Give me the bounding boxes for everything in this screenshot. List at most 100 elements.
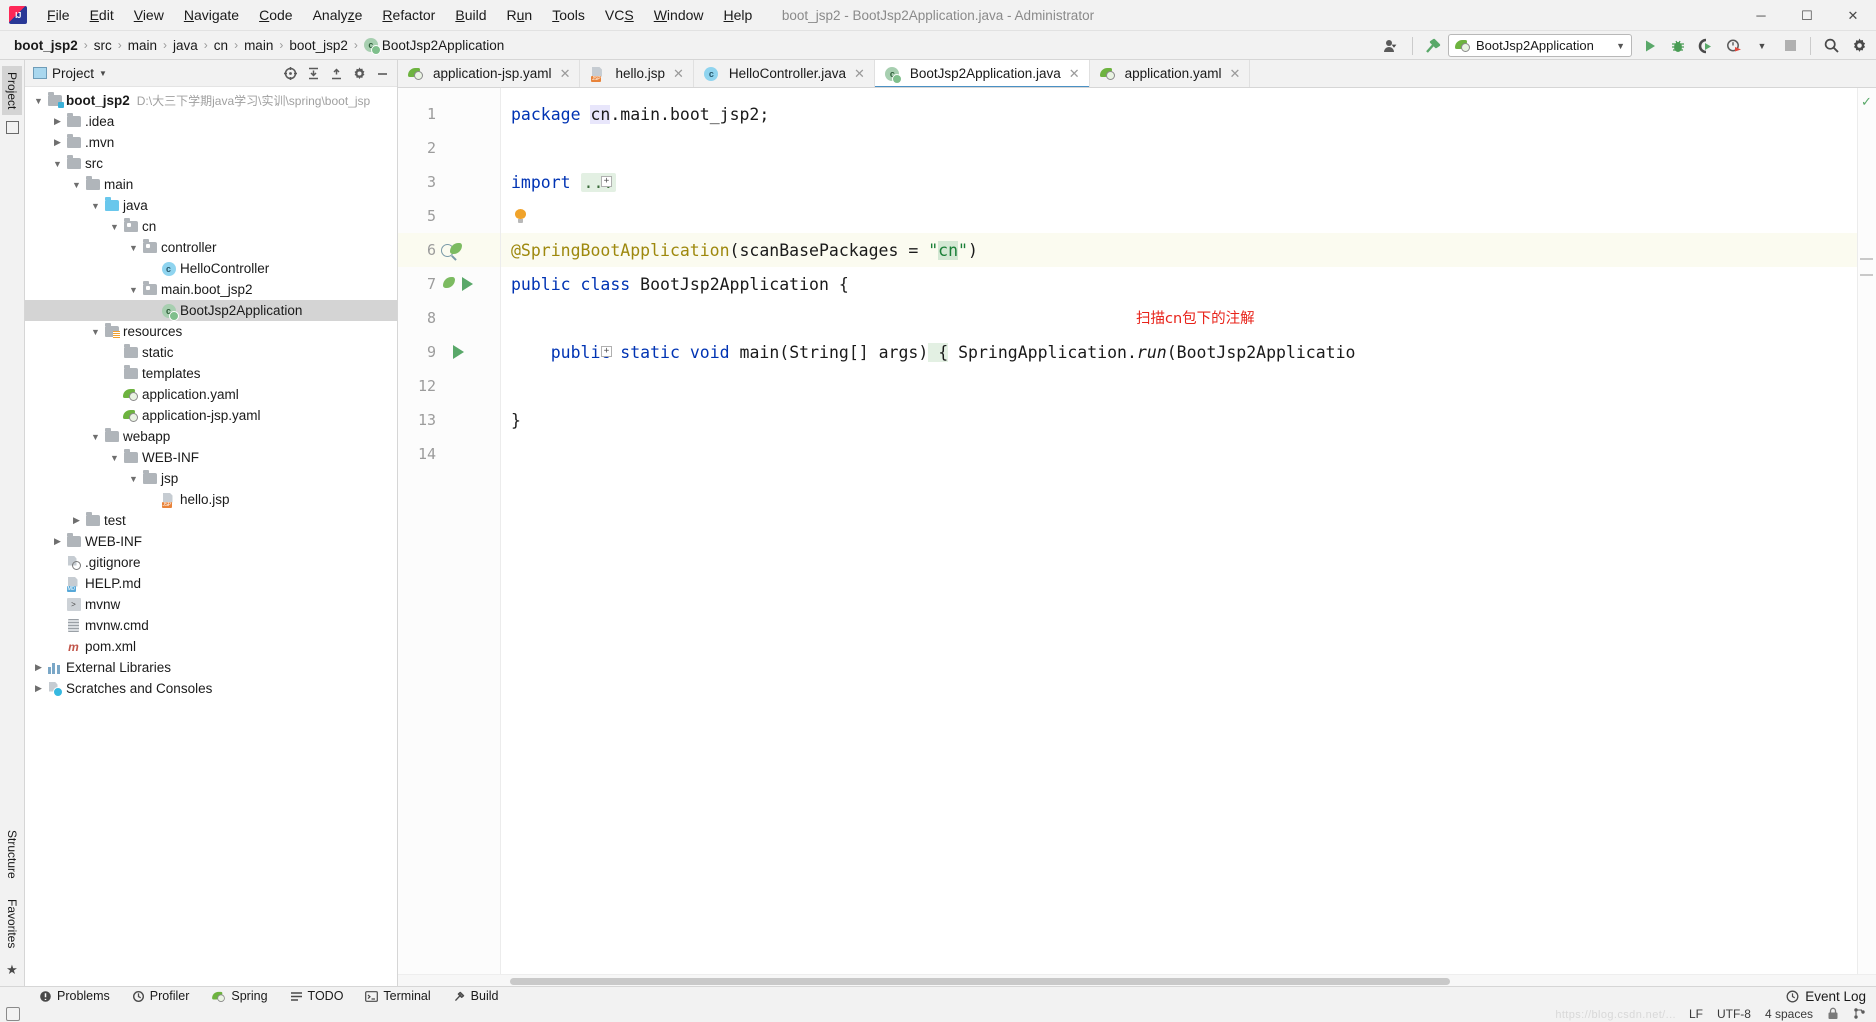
expand-all-button[interactable] (302, 62, 324, 84)
project-tree[interactable]: ▼ boot_jsp2 D:\大三下学期java学习\实训\spring\boot_… (25, 87, 397, 986)
tree-row[interactable]: ▼ controller (25, 237, 397, 258)
panel-settings-button[interactable] (348, 62, 370, 84)
hide-panel-button[interactable] (371, 62, 393, 84)
tree-row[interactable]: ▶cBootJsp2Application (25, 300, 397, 321)
build-project-icon[interactable] (1420, 34, 1446, 58)
show-tool-windows-icon[interactable] (6, 1006, 20, 1021)
rail-tab-structure[interactable]: Structure (2, 824, 22, 885)
editor-tab[interactable]: application-jsp.yaml ✕ (398, 60, 581, 87)
menu-edit[interactable]: Edit (80, 4, 124, 26)
run-configuration-selector[interactable]: BootJsp2Application ▼ (1448, 34, 1632, 57)
tree-row[interactable]: ▶templates (25, 363, 397, 384)
close-icon[interactable]: ✕ (1069, 66, 1080, 82)
breadcrumb-item-project[interactable]: boot_jsp2 (10, 37, 82, 54)
chevron-down-icon[interactable]: ▼ (88, 327, 103, 337)
tree-row[interactable]: ▶HELP.md (25, 573, 397, 594)
chevron-down-icon[interactable]: ▼ (107, 453, 122, 463)
run-method-gutter-icon[interactable] (453, 345, 464, 359)
inspection-strip[interactable]: ✓ (1857, 88, 1876, 974)
chevron-right-icon[interactable]: ▶ (31, 662, 46, 673)
breadcrumb-item-cn[interactable]: cn (210, 37, 232, 54)
tool-window-problems[interactable]: Problems (28, 987, 121, 1006)
debug-button[interactable] (1665, 34, 1691, 58)
intention-bulb-icon[interactable] (515, 209, 526, 223)
tree-row[interactable]: ▶application-jsp.yaml (25, 405, 397, 426)
chevron-down-icon[interactable]: ▼ (99, 69, 107, 78)
tree-row[interactable]: ▼ WEB-INF (25, 447, 397, 468)
tree-row[interactable]: ▼ webapp (25, 426, 397, 447)
close-button[interactable]: ✕ (1830, 0, 1876, 31)
menu-window[interactable]: Window (644, 4, 714, 26)
spring-leaf-gutter-icon[interactable] (448, 243, 463, 257)
collapse-all-button[interactable] (325, 62, 347, 84)
chevron-right-icon[interactable]: ▶ (50, 116, 65, 127)
editor-tab[interactable]: application.yaml ✕ (1090, 60, 1251, 87)
fold-collapse-icon[interactable]: + (601, 346, 612, 357)
tree-row[interactable]: ▶>mvnw (25, 594, 397, 615)
chevron-right-icon[interactable]: ▶ (69, 515, 84, 526)
menu-refactor[interactable]: Refactor (372, 4, 445, 26)
close-icon[interactable]: ✕ (673, 66, 684, 82)
menu-navigate[interactable]: Navigate (174, 4, 249, 26)
profiler-button[interactable] (1721, 34, 1747, 58)
indent-label[interactable]: 4 spaces (1765, 1007, 1813, 1021)
tree-row[interactable]: ▶ .idea (25, 111, 397, 132)
tree-row[interactable]: ▶ External Libraries (25, 657, 397, 678)
minimize-button[interactable]: ─ (1738, 0, 1784, 31)
tree-row[interactable]: ▼ src (25, 153, 397, 174)
project-window-icon[interactable] (5, 121, 19, 135)
editor-tab[interactable]: hello.jsp ✕ (580, 60, 694, 87)
chevron-down-icon[interactable]: ▼ (1749, 34, 1775, 58)
chevron-right-icon[interactable]: ▶ (50, 536, 65, 547)
fold-expand-icon[interactable]: + (601, 176, 612, 187)
rail-tab-favorites[interactable]: Favorites (2, 893, 22, 954)
breadcrumb-item-java[interactable]: java (169, 37, 202, 54)
close-icon[interactable]: ✕ (560, 66, 571, 82)
rail-tab-project[interactable]: Project (2, 66, 22, 116)
tree-row[interactable]: ▶hello.jsp (25, 489, 397, 510)
user-account-icon[interactable] (1379, 34, 1405, 58)
tree-row[interactable]: ▶ WEB-INF (25, 531, 397, 552)
inspection-marker[interactable] (1860, 258, 1873, 260)
tree-row[interactable]: ▼ boot_jsp2 D:\大三下学期java学习\实训\spring\boot_… (25, 90, 397, 111)
line-separator-label[interactable]: LF (1689, 1007, 1703, 1021)
stop-button[interactable] (1777, 34, 1803, 58)
horizontal-scrollbar[interactable] (398, 974, 1876, 986)
chevron-down-icon[interactable]: ▼ (50, 159, 65, 169)
editor-tab[interactable]: c HelloController.java ✕ (694, 60, 875, 87)
chevron-right-icon[interactable]: ▶ (50, 137, 65, 148)
chevron-down-icon[interactable]: ▼ (69, 180, 84, 190)
tree-row[interactable]: ▼ main.boot_jsp2 (25, 279, 397, 300)
spring-class-gutter-icon[interactable] (441, 277, 456, 291)
menu-build[interactable]: Build (445, 4, 496, 26)
branch-icon[interactable] (1853, 1007, 1866, 1020)
tree-row[interactable]: ▼ resources (25, 321, 397, 342)
tree-row[interactable]: ▶ .mvn (25, 132, 397, 153)
lock-icon[interactable] (1827, 1007, 1839, 1020)
settings-button[interactable] (1846, 34, 1872, 58)
breadcrumb-item-bootjsp2[interactable]: boot_jsp2 (285, 37, 352, 54)
menu-tools[interactable]: Tools (542, 4, 595, 26)
editor-tab[interactable]: c BootJsp2Application.java ✕ (874, 60, 1090, 87)
close-icon[interactable]: ✕ (854, 66, 865, 82)
tree-row[interactable]: ▶ Scratches and Consoles (25, 678, 397, 699)
tree-row[interactable]: ▶application.yaml (25, 384, 397, 405)
tree-row[interactable]: ▼ main (25, 174, 397, 195)
tree-row[interactable]: ▶mvnw.cmd (25, 615, 397, 636)
tree-row[interactable]: ▶ test (25, 510, 397, 531)
chevron-down-icon[interactable]: ▼ (126, 474, 141, 484)
scrollbar-thumb[interactable] (510, 978, 1450, 985)
chevron-down-icon[interactable]: ▼ (88, 201, 103, 211)
close-icon[interactable]: ✕ (1229, 66, 1240, 82)
editor-gutter[interactable]: 1 2 3 5 6 7 8 9 12 13 14 (398, 88, 501, 974)
tree-row[interactable]: ▶.gitignore (25, 552, 397, 573)
tree-row[interactable]: ▼ jsp (25, 468, 397, 489)
menu-analyze[interactable]: Analyze (303, 4, 373, 26)
menu-run[interactable]: Run (497, 4, 543, 26)
chevron-down-icon[interactable]: ▼ (126, 243, 141, 253)
breadcrumb-item-class[interactable]: c BootJsp2Application (360, 37, 508, 55)
search-everywhere-button[interactable] (1818, 34, 1844, 58)
tool-window-build[interactable]: Build (442, 987, 510, 1006)
maximize-button[interactable]: ☐ (1784, 0, 1830, 31)
run-button[interactable] (1637, 34, 1663, 58)
